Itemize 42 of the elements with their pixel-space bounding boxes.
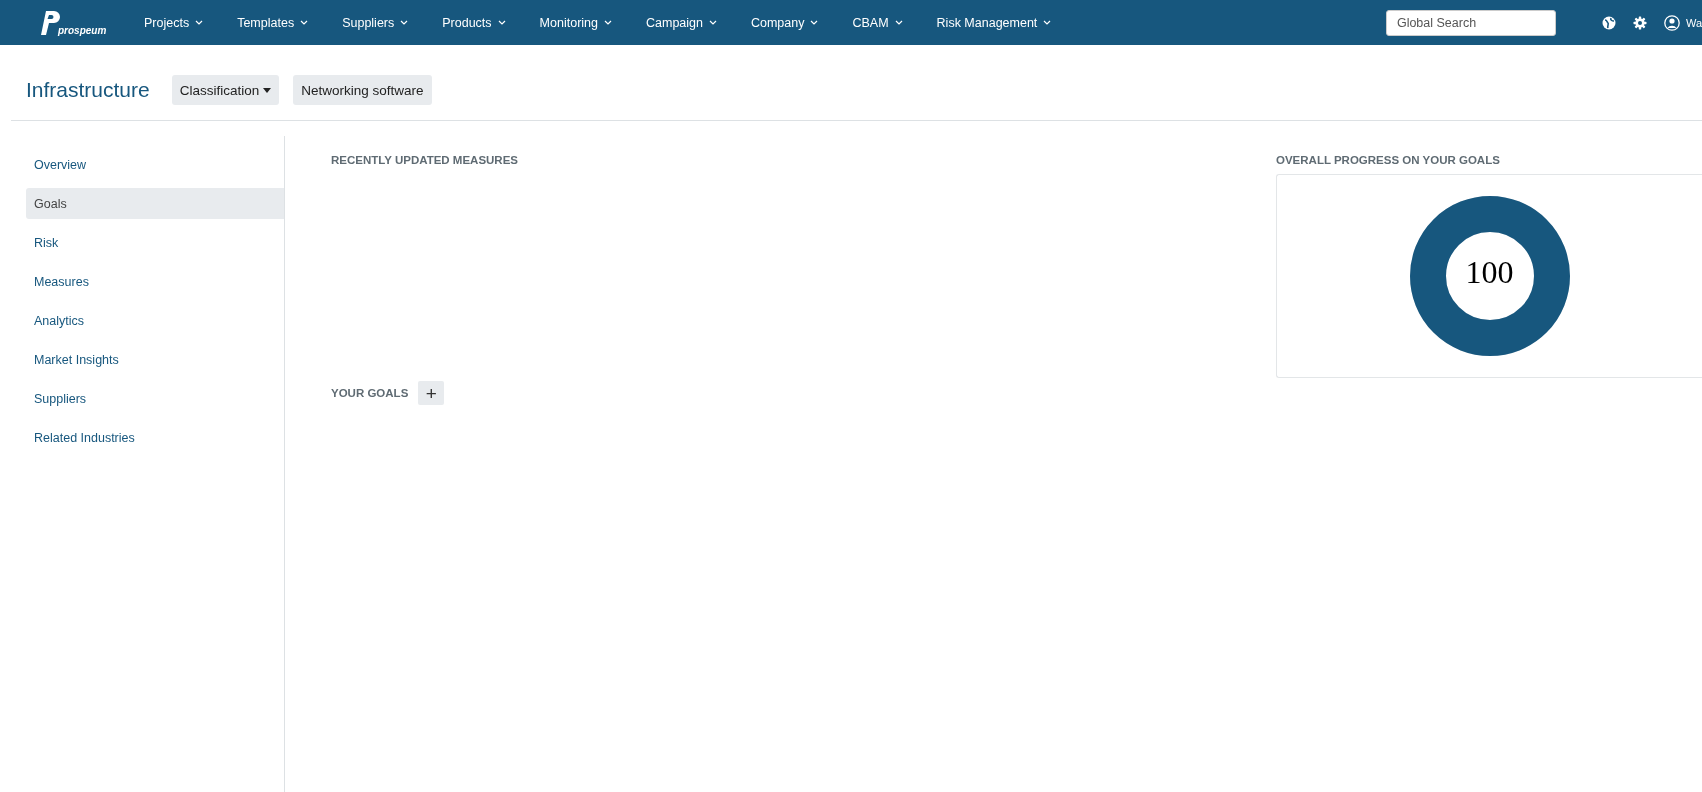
sidebar-item[interactable]: Analytics	[26, 305, 284, 336]
chevron-down-icon	[195, 20, 204, 25]
settings-icon[interactable]	[1632, 15, 1647, 30]
global-search-field[interactable]: Global Search	[1385, 9, 1556, 36]
nav-menu-item[interactable]: Suppliers	[342, 15, 409, 30]
sidebar-item[interactable]: Measures	[26, 266, 284, 297]
nav-menu-item[interactable]: CBAM	[852, 15, 903, 30]
globe-icon[interactable]	[1601, 15, 1616, 30]
section-title: OVERALL PROGRESS ON YOUR GOALS	[1276, 154, 1501, 166]
classification-tag: Networking software	[293, 75, 432, 105]
chevron-down-icon	[400, 20, 409, 25]
sidebar-item[interactable]: Overview	[26, 149, 284, 180]
nav-menu-item[interactable]: Products	[442, 15, 506, 30]
user-name[interactable]: Wa	[1685, 16, 1702, 29]
nav-menu-item[interactable]: Templates	[237, 15, 309, 30]
section-title: RECENTLY UPDATED MEASURES	[331, 154, 519, 166]
chevron-down-icon	[708, 20, 717, 25]
chevron-down-icon	[810, 20, 819, 25]
chevron-down-icon	[1043, 20, 1052, 25]
page-title: Infrastructure	[26, 78, 150, 102]
nav-menu-item[interactable]: Campaign	[646, 15, 717, 30]
section-title: YOUR GOALS	[331, 387, 409, 399]
sidebar-item[interactable]: Goals	[26, 188, 284, 219]
caret-icon	[263, 87, 272, 93]
nav-menu-item[interactable]: Projects	[144, 15, 204, 30]
nav-menu-item[interactable]: Monitoring	[539, 15, 612, 30]
classification-dropdown[interactable]: Classification	[171, 75, 280, 105]
sidebar-item[interactable]: Risk	[26, 227, 284, 258]
chevron-down-icon	[604, 20, 612, 25]
progress-value: 100	[1464, 254, 1515, 291]
sidebar-item[interactable]: Related Industries	[26, 422, 284, 453]
chevron-down-icon	[894, 20, 903, 25]
nav-menu-item[interactable]: Company	[750, 15, 819, 30]
logo[interactable]: prospeum	[40, 9, 144, 36]
sidebar-item[interactable]: Market Insights	[26, 344, 284, 375]
chevron-down-icon	[497, 20, 506, 25]
sidebar-item[interactable]: Suppliers	[26, 383, 284, 414]
user-avatar-icon[interactable]	[1663, 14, 1680, 31]
nav-menu-item[interactable]: Risk Management	[936, 15, 1052, 30]
chevron-down-icon	[300, 20, 309, 25]
add-goal-button[interactable]: +	[418, 381, 445, 405]
logo-text: prospeum	[58, 24, 107, 36]
